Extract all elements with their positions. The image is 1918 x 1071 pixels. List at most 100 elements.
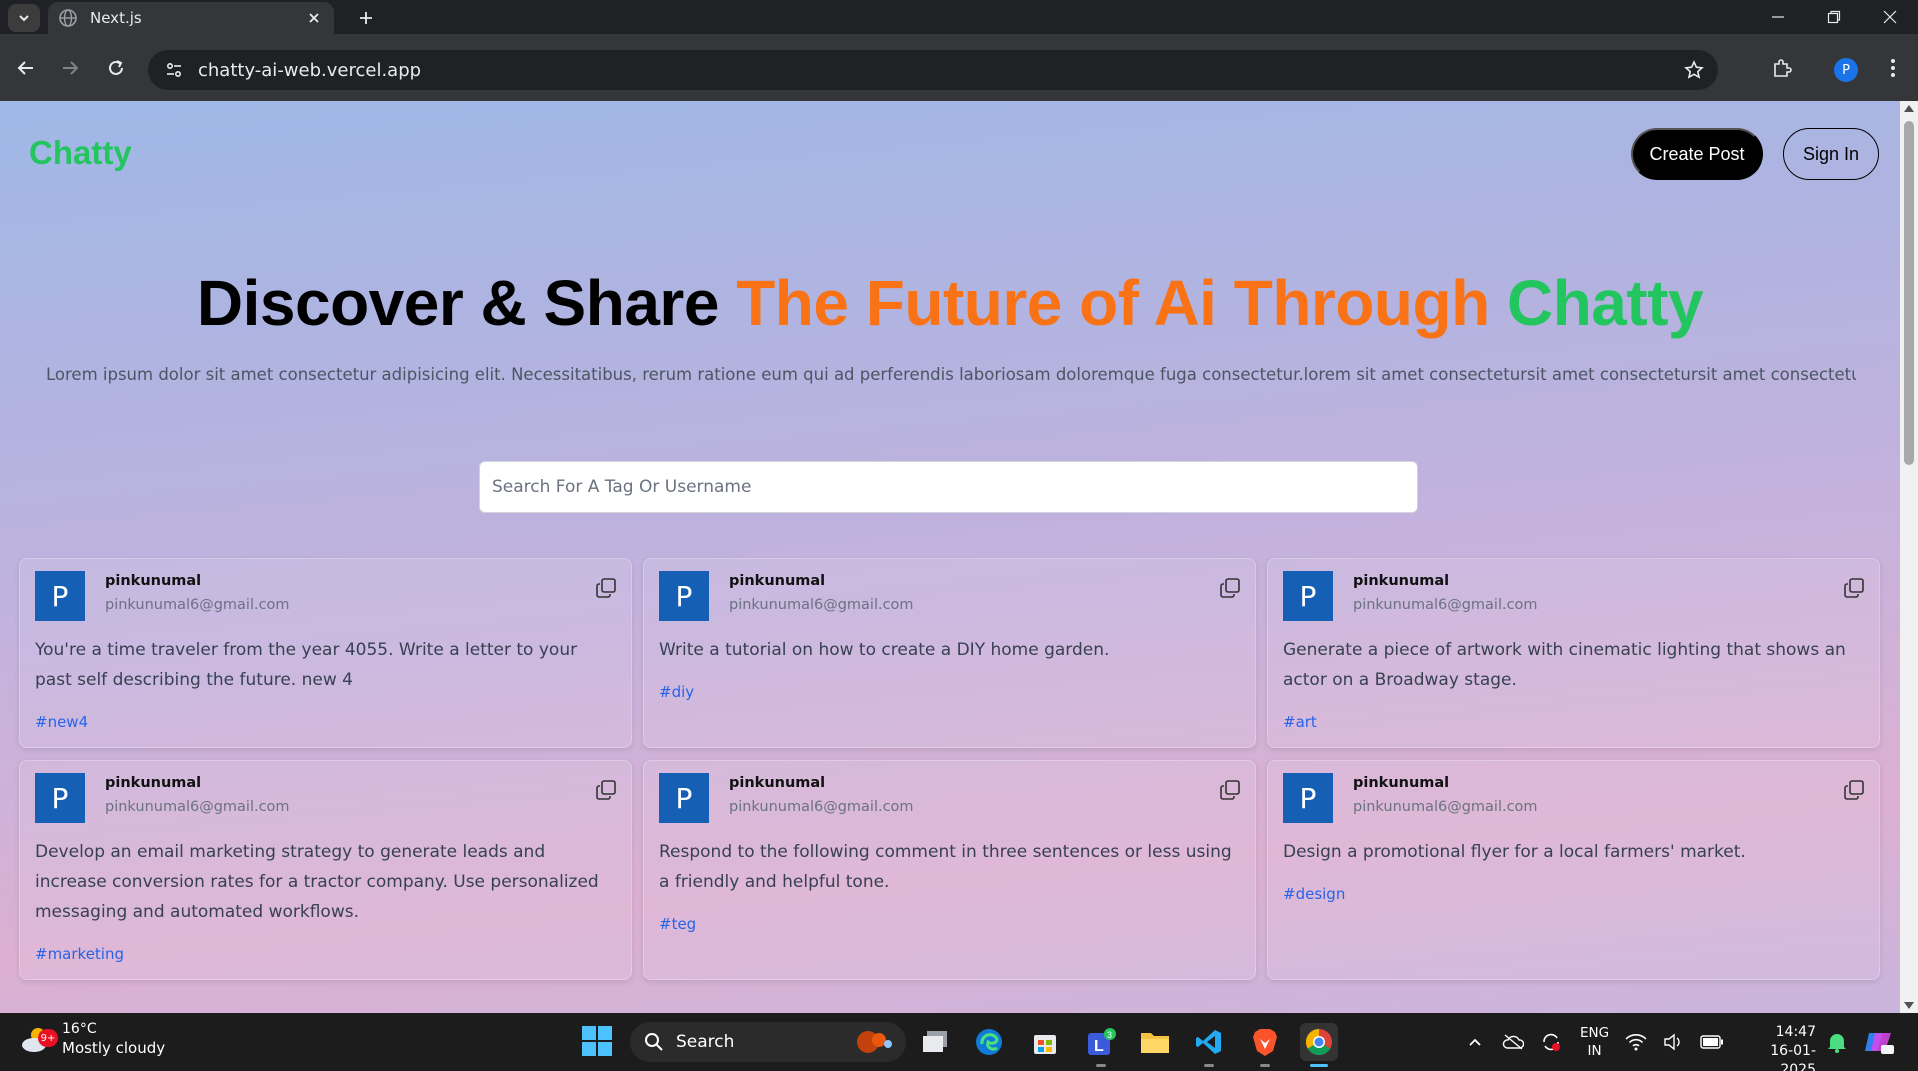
browser-tab[interactable]: Next.js <box>48 2 334 34</box>
windows-logo-tile <box>582 1026 596 1040</box>
sync-icon[interactable] <box>1536 1027 1566 1057</box>
close-icon <box>1883 10 1897 24</box>
profile-avatar[interactable]: P <box>1834 58 1858 82</box>
file-explorer-app[interactable] <box>1136 1023 1174 1061</box>
post-tag[interactable]: #marketing <box>35 945 616 963</box>
post-email: pinkunumal6@gmail.com <box>729 799 914 815</box>
store-app[interactable] <box>1026 1023 1064 1061</box>
post-prompt: You're a time traveler from the year 405… <box>35 640 578 690</box>
reload-button[interactable] <box>98 50 134 86</box>
avatar[interactable]: P <box>659 773 709 823</box>
windows-logo-tile <box>598 1026 612 1040</box>
post-username[interactable]: pinkunumal <box>1353 573 1449 589</box>
chevron-down-icon <box>19 15 29 22</box>
search-input[interactable] <box>479 461 1418 513</box>
star-icon <box>1684 60 1704 79</box>
avatar[interactable]: P <box>1283 571 1333 621</box>
taskbar-search[interactable]: Search <box>630 1022 906 1062</box>
vscode-app[interactable] <box>1190 1023 1228 1067</box>
post-card: P pinkunumal pinkunumal6@gmail.com Respo… <box>643 760 1256 980</box>
system-clock[interactable]: 14:47 16-01-2025 <box>1736 1023 1816 1071</box>
post-tag[interactable]: #new4 <box>35 713 616 731</box>
post-username[interactable]: pinkunumal <box>1353 775 1449 791</box>
task-view-button[interactable] <box>916 1023 954 1061</box>
copy-icon[interactable] <box>595 779 617 801</box>
post-username[interactable]: pinkunumal <box>729 573 825 589</box>
post-card: P pinkunumal pinkunumal6@gmail.com Gener… <box>1267 558 1880 748</box>
copy-icon[interactable] <box>1219 779 1241 801</box>
hero-heading: Discover & Share The Future of Ai Throug… <box>0 266 1900 340</box>
post-tag[interactable]: #design <box>1283 885 1864 903</box>
avatar[interactable]: P <box>1283 773 1333 823</box>
site-logo[interactable]: Chatty <box>29 134 132 172</box>
tab-search-button[interactable] <box>8 4 40 32</box>
browser-toolbar: chatty-ai-web.vercel.app P <box>0 34 1918 101</box>
page-scrollbar[interactable] <box>1900 101 1918 1013</box>
edge-app[interactable] <box>970 1023 1008 1061</box>
avatar[interactable]: P <box>35 571 85 621</box>
teams-app[interactable]: L3 <box>1082 1023 1120 1067</box>
browser-menu-button[interactable] <box>1878 52 1908 84</box>
avatar[interactable]: P <box>659 571 709 621</box>
post-card: P pinkunumal pinkunumal6@gmail.com You'r… <box>19 558 632 748</box>
back-button[interactable] <box>8 50 44 86</box>
create-post-button[interactable]: Create Post <box>1631 128 1763 180</box>
copy-icon[interactable] <box>1843 577 1865 599</box>
post-username[interactable]: pinkunumal <box>729 775 825 791</box>
restore-button[interactable] <box>1806 0 1862 34</box>
weather-temperature: 16°C <box>62 1021 97 1037</box>
minimize-button[interactable] <box>1750 0 1806 34</box>
notifications-button[interactable] <box>1818 1023 1856 1061</box>
forward-button[interactable] <box>52 50 88 86</box>
close-tab-button[interactable] <box>304 8 324 28</box>
post-username[interactable]: pinkunumal <box>105 775 201 791</box>
post-prompt: Respond to the following comment in thre… <box>659 842 1232 892</box>
post-prompt: Design a promotional flyer for a local f… <box>1283 842 1746 862</box>
wifi-icon[interactable] <box>1621 1027 1651 1057</box>
copilot-button[interactable] <box>1860 1023 1898 1061</box>
task-view-icon <box>923 1031 947 1052</box>
start-button[interactable] <box>582 1026 612 1056</box>
taskbar-search-label: Search <box>676 1032 735 1052</box>
site-settings-icon[interactable] <box>162 58 186 82</box>
post-prompt: Develop an email marketing strategy to g… <box>35 842 599 922</box>
chevron-up-icon <box>1469 1038 1481 1046</box>
weather-widget[interactable]: 9+ 16°C Mostly cloudy <box>18 1021 165 1057</box>
vscode-icon <box>1196 1030 1221 1054</box>
clock-date: 16-01-2025 <box>1770 1043 1816 1071</box>
scrollbar-thumb[interactable] <box>1904 121 1914 465</box>
url-text: chatty-ai-web.vercel.app <box>198 59 422 81</box>
new-tab-button[interactable] <box>352 4 380 32</box>
copy-icon[interactable] <box>1843 779 1865 801</box>
battery-icon[interactable] <box>1697 1027 1727 1057</box>
chrome-app[interactable] <box>1300 1023 1338 1067</box>
avatar[interactable]: P <box>35 773 85 823</box>
copy-icon[interactable] <box>1219 577 1241 599</box>
scroll-up-arrow[interactable] <box>1904 105 1914 112</box>
extensions-button[interactable] <box>1764 50 1800 86</box>
post-tag[interactable]: #teg <box>659 915 1240 933</box>
sign-in-button[interactable]: Sign In <box>1783 128 1879 180</box>
post-tag[interactable]: #art <box>1283 713 1864 731</box>
post-grid: P pinkunumal pinkunumal6@gmail.com You'r… <box>19 558 1880 980</box>
address-bar[interactable]: chatty-ai-web.vercel.app <box>148 50 1718 90</box>
onedrive-icon[interactable] <box>1498 1027 1528 1057</box>
app-running-indicator <box>1204 1064 1214 1067</box>
windows-logo-tile <box>582 1042 596 1056</box>
teams-badge: 3 <box>1107 1030 1112 1040</box>
copy-icon[interactable] <box>595 577 617 599</box>
more-vertical-icon <box>1891 59 1895 77</box>
window-controls <box>1750 0 1918 34</box>
volume-icon[interactable] <box>1659 1027 1689 1057</box>
show-hidden-icons-button[interactable] <box>1460 1027 1490 1057</box>
post-username[interactable]: pinkunumal <box>105 573 201 589</box>
bookmark-button[interactable] <box>1682 58 1706 82</box>
edge-icon <box>976 1029 1002 1055</box>
post-tag[interactable]: #diy <box>659 683 1240 701</box>
system-tray: ENG IN <box>1460 1013 1735 1071</box>
close-window-button[interactable] <box>1862 0 1918 34</box>
region-code: IN <box>1587 1043 1602 1059</box>
scroll-down-arrow[interactable] <box>1904 1002 1914 1009</box>
language-indicator[interactable]: ENG IN <box>1580 1024 1609 1060</box>
brave-app[interactable] <box>1246 1023 1284 1067</box>
